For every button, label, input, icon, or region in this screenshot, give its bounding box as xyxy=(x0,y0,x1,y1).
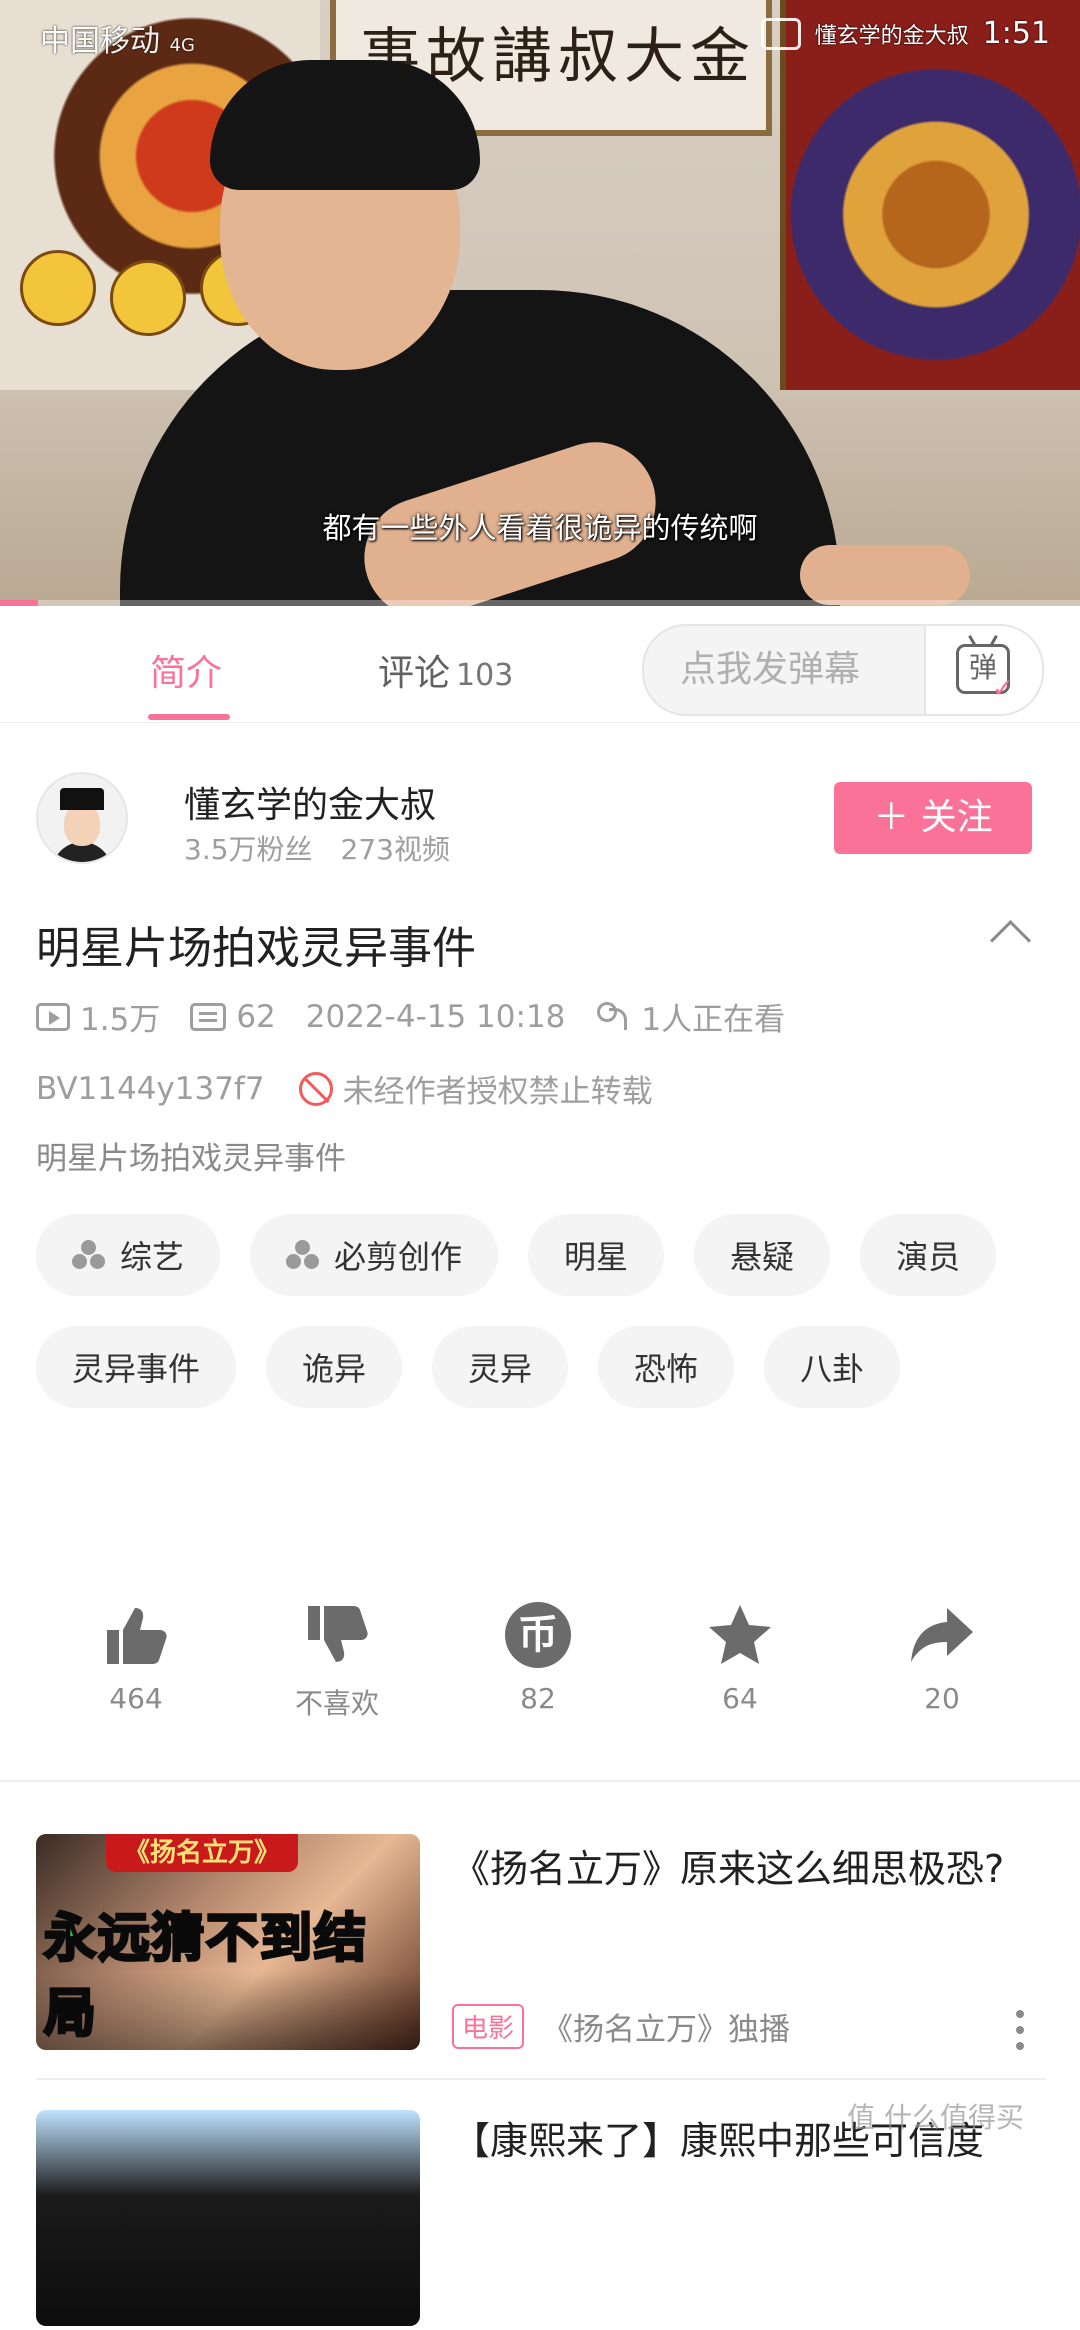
ban-icon xyxy=(298,1071,333,1106)
tag-chip[interactable]: 灵异 xyxy=(432,1326,569,1408)
copyright-notice: 未经作者授权禁止转载 xyxy=(342,1074,653,1110)
like-button[interactable]: 464 xyxy=(36,1600,236,1715)
recommend-title: 《扬名立万》原来这么细思极恐? xyxy=(452,1847,1005,1891)
chevron-up-icon[interactable] xyxy=(989,919,1032,962)
video-subtitle: 都有一些外人看着很诡异的传统啊 xyxy=(322,511,758,545)
avatar-hat xyxy=(60,788,104,810)
watermark: 值 什么值得买 xyxy=(847,2101,1024,2134)
share-count: 20 xyxy=(924,1682,960,1715)
status-right: 懂玄学的金大叔 1:51 xyxy=(760,16,1050,51)
divider xyxy=(0,1780,1080,1782)
danmaku-count: 62 xyxy=(190,999,276,1035)
viewers-icon xyxy=(595,1001,631,1032)
thumbnail-caption-big: 永远猜不到结局 xyxy=(42,1908,369,2046)
play-icon xyxy=(36,1002,70,1031)
tag-chip[interactable]: 恐怖 xyxy=(598,1326,735,1408)
danmaku-icon xyxy=(190,1002,227,1031)
follow-button[interactable]: ＋ 关注 xyxy=(834,782,1032,854)
recommend-item[interactable]: 【康熙来了】康熙中那些可信度 xyxy=(36,2110,1046,2330)
presenter-hand xyxy=(800,545,970,605)
tag-chip[interactable]: 综艺 xyxy=(36,1214,221,1296)
uploader-stats: 3.5万粉丝 273视频 xyxy=(184,828,450,868)
tag-chip[interactable]: 八卦 xyxy=(764,1326,901,1408)
lion-poster xyxy=(780,0,1080,390)
tag-chip[interactable]: 灵异事件 xyxy=(36,1326,237,1408)
video-thumbnail xyxy=(36,2110,420,2326)
bv-row: BV1144y137f7 未经作者授权禁止转载 xyxy=(36,1066,653,1111)
thumbs-up-icon xyxy=(36,1600,236,1670)
tag-chip[interactable]: 诡异 xyxy=(266,1326,403,1408)
publish-time: 2022-4-15 10:18 xyxy=(305,998,566,1035)
chick-figure xyxy=(20,250,96,326)
danmaku-input[interactable]: 点我发弹幕 xyxy=(644,626,926,714)
dislike-label: 不喜欢 xyxy=(294,1687,379,1720)
video-player[interactable]: 事故講叔大金 中国移动 4G 懂玄学的金大叔 1:51 都有一些外人看着很诡异的… xyxy=(0,0,1080,606)
star-icon xyxy=(640,1600,840,1670)
channel-icon xyxy=(286,1240,320,1270)
uploader-name[interactable]: 懂玄学的金大叔 xyxy=(184,776,436,828)
coin-count: 82 xyxy=(520,1682,556,1715)
plus-icon: ＋ xyxy=(873,797,910,838)
more-vertical-icon[interactable] xyxy=(1016,2010,1024,2050)
recommend-source: 《扬名立万》独播 xyxy=(542,2012,791,2048)
avatar[interactable] xyxy=(36,772,128,864)
video-description: 明星片场拍戏灵异事件 xyxy=(36,1141,346,1177)
video-title: 明星片场拍戏灵异事件 xyxy=(36,923,476,974)
clock: 1:51 xyxy=(982,16,1050,51)
tag-chip[interactable]: 悬疑 xyxy=(694,1214,831,1296)
fans-count: 3.5万粉丝 xyxy=(184,833,313,866)
tag-list: 综艺 必剪创作 明星 悬疑 演员 灵异事件 诡异 灵异 恐怖 八卦 xyxy=(36,1214,1046,1408)
presenter-hair xyxy=(210,60,480,190)
recommend-item[interactable]: 《扬名立万》 永远猜不到结局 《扬名立万》原来这么细思极恐? 电影 《扬名立万》… xyxy=(36,1834,1046,2054)
danmaku-toggle-button[interactable]: 弹 ✓ xyxy=(924,626,1042,714)
status-carrier: 中国移动 4G xyxy=(40,24,195,59)
action-bar: 464 不喜欢 币 82 64 20 xyxy=(0,1600,1080,1730)
play-count: 1.5万 xyxy=(36,994,160,1039)
tab-underline xyxy=(148,714,230,720)
chick-figure xyxy=(110,260,186,336)
coin-icon: 币 xyxy=(438,1600,638,1670)
share-button[interactable]: 20 xyxy=(842,1600,1042,1715)
video-count: 273视频 xyxy=(340,833,450,866)
video-thumbnail: 《扬名立万》 永远猜不到结局 xyxy=(36,1834,420,2050)
bvid: BV1144y137f7 xyxy=(36,1070,265,1107)
tab-intro[interactable]: 简介 xyxy=(150,644,222,696)
watching-count: 1人正在看 xyxy=(595,994,785,1039)
favorite-button[interactable]: 64 xyxy=(640,1600,840,1715)
tag-chip[interactable]: 明星 xyxy=(528,1214,665,1296)
tag-chip[interactable]: 演员 xyxy=(860,1214,997,1296)
thumbnail-caption-top: 《扬名立万》 xyxy=(106,1834,299,1872)
divider xyxy=(36,2078,1046,2080)
share-icon xyxy=(842,1600,1042,1670)
tag-chip[interactable]: 必剪创作 xyxy=(250,1214,499,1296)
danmaku-box: 点我发弹幕 弹 ✓ xyxy=(642,624,1044,716)
tab-bar: 简介 评论 103 点我发弹幕 弹 ✓ xyxy=(0,606,1080,723)
like-count: 464 xyxy=(109,1682,163,1715)
avatar-face xyxy=(64,804,100,846)
comment-count: 103 xyxy=(456,658,514,693)
dislike-button[interactable]: 不喜欢 xyxy=(237,1600,437,1722)
favorite-count: 64 xyxy=(722,1682,758,1715)
video-uploader-chip: 懂玄学的金大叔 xyxy=(814,23,969,49)
channel-icon xyxy=(72,1240,106,1270)
category-badge: 电影 xyxy=(452,2004,525,2049)
check-icon: ✓ xyxy=(992,674,1014,704)
tab-comments[interactable]: 评论 103 xyxy=(378,644,513,696)
battery-icon xyxy=(760,17,801,50)
coin-button[interactable]: 币 82 xyxy=(438,1600,638,1715)
video-meta: 1.5万 62 2022-4-15 10:18 1人正在看 xyxy=(36,994,815,1039)
recommend-meta: 电影 《扬名立万》独播 xyxy=(452,2004,790,2049)
thumbs-down-icon xyxy=(237,1600,437,1670)
